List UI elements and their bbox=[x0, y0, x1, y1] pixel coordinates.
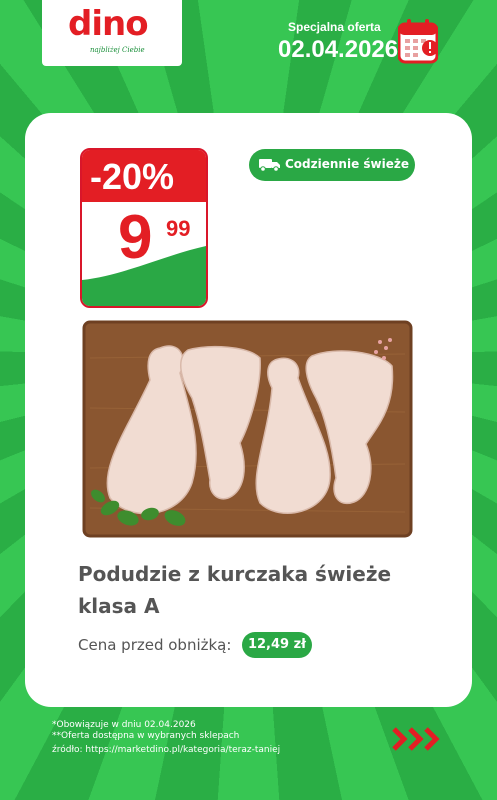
product-image bbox=[82, 320, 413, 538]
footer-note-availability: **Oferta dostępna w wybranych sklepach bbox=[52, 731, 240, 741]
discount-label: -20% bbox=[90, 156, 175, 197]
previous-price-value: 12,49 zł bbox=[247, 637, 307, 652]
next-arrows-icon[interactable] bbox=[392, 725, 446, 753]
footer-note-validity: *Obowiązuje w dniu 02.04.2026 bbox=[52, 720, 196, 730]
price-decimal: 99 bbox=[166, 216, 191, 241]
price-tag-wave bbox=[82, 246, 206, 306]
offer-label: Specjalna oferta bbox=[288, 20, 381, 34]
calendar-icon bbox=[398, 19, 438, 64]
truck-icon bbox=[259, 159, 280, 172]
previous-price-badge: 12,49 zł bbox=[242, 632, 312, 658]
logo-text: dino bbox=[68, 4, 149, 44]
brand-logo: dino najbliżej Ciebie bbox=[42, 0, 182, 66]
price-tag: -20% 9 99 bbox=[80, 148, 208, 308]
fresh-badge-label: Codziennie świeże bbox=[285, 157, 409, 171]
logo-tagline: najbliżej Ciebie bbox=[90, 46, 145, 54]
offer-date: 02.04.2026 bbox=[278, 36, 399, 63]
previous-price-label: Cena przed obniżką: bbox=[78, 636, 232, 654]
fresh-badge: Codziennie świeże bbox=[249, 149, 415, 181]
footer-source-link[interactable]: źródło: https://marketdino.pl/kategoria/… bbox=[52, 745, 280, 755]
product-name: Podudzie z kurczaka świeże klasa A bbox=[78, 562, 392, 618]
